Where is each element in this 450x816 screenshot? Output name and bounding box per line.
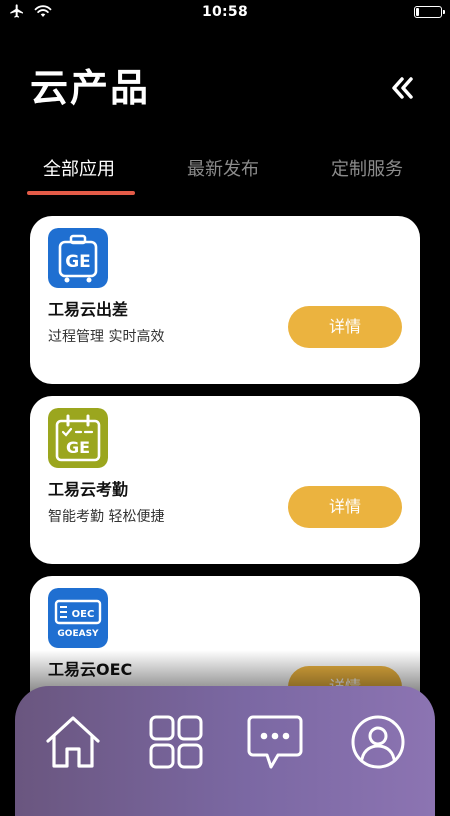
app-card-attendance[interactable]: GE 工易云考勤 智能考勤 轻松便捷 详情 [30, 396, 420, 564]
app-description: 过程管理 实时高效 [48, 329, 165, 345]
attendance-icon-text: GE [66, 438, 90, 457]
message-icon[interactable] [245, 714, 305, 770]
travel-app-icon: GE [48, 228, 108, 288]
travel-icon-text: GE [65, 252, 91, 272]
detail-button[interactable]: 详情 [288, 486, 402, 528]
page-title: 云产品 [30, 66, 151, 110]
status-bar: 10:58 [0, 0, 450, 24]
app-card-travel[interactable]: GE 工易云出差 过程管理 实时高效 详情 [30, 216, 420, 384]
status-time: 10:58 [201, 4, 249, 20]
oec-icon-text: OEC [72, 609, 95, 620]
app-description: 智能考勤 轻松便捷 [48, 509, 165, 525]
bottom-nav [15, 686, 435, 816]
app-name: 工易云OEC [48, 660, 133, 679]
oec-app-icon: OEC GOEASY [48, 588, 108, 648]
home-icon[interactable] [43, 714, 103, 770]
active-tab-indicator [27, 191, 135, 195]
tab-custom-service[interactable]: 定制服务 [331, 155, 403, 195]
page-header: 云产品 [30, 62, 420, 114]
grid-icon[interactable] [146, 714, 206, 770]
battery-icon [414, 6, 445, 18]
tab-all-apps[interactable]: 全部应用 [43, 155, 115, 195]
detail-button[interactable]: 详情 [288, 306, 402, 348]
app-name: 工易云考勤 [48, 480, 129, 499]
double-chevron-left-icon[interactable] [388, 74, 416, 102]
attendance-app-icon: GE [48, 408, 108, 468]
oec-icon-subtext: GOEASY [57, 629, 99, 639]
tab-latest-release[interactable]: 最新发布 [187, 155, 259, 195]
profile-icon[interactable] [348, 714, 408, 770]
app-name: 工易云出差 [48, 300, 129, 319]
